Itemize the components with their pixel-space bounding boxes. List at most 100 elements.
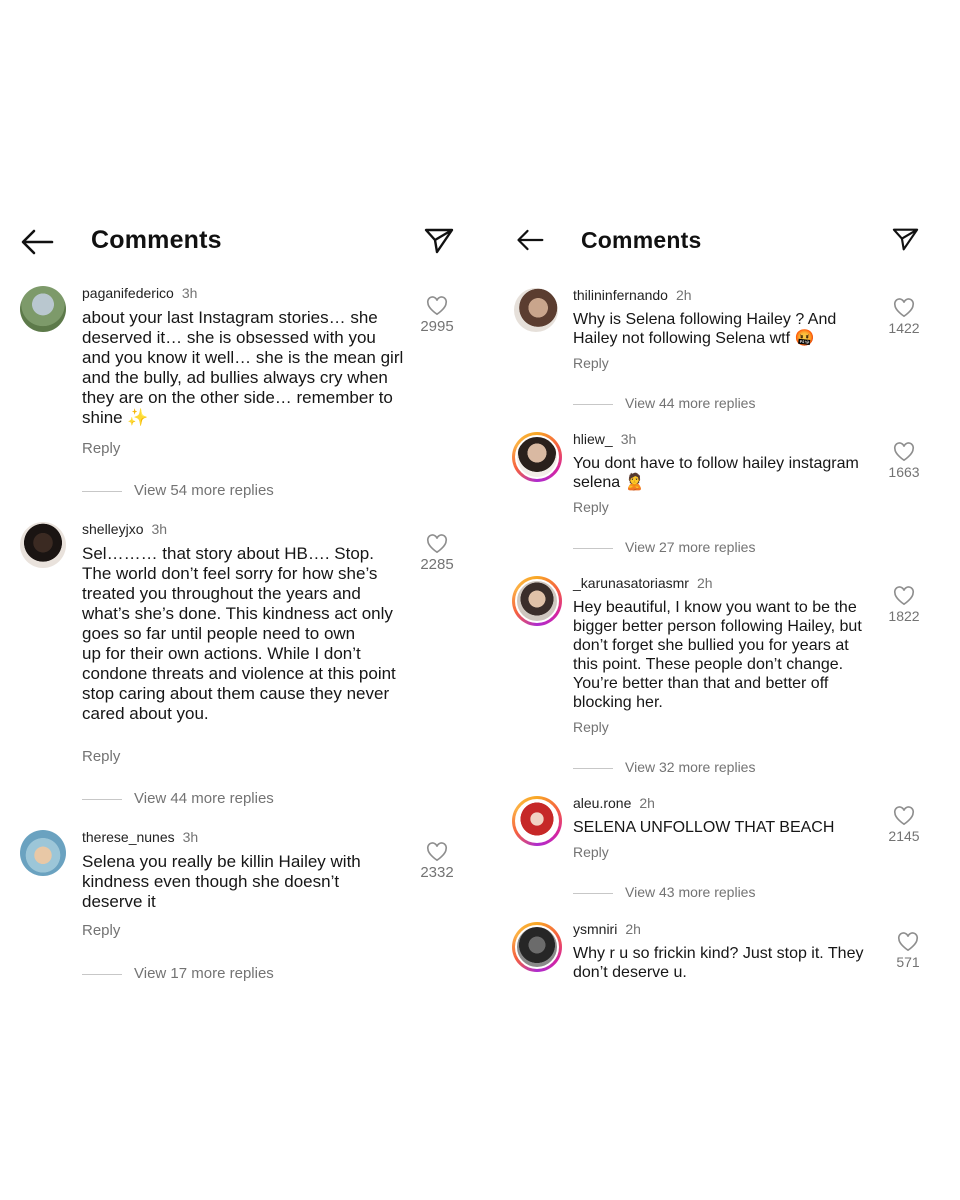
view-more-replies[interactable]: View 43 more replies bbox=[573, 884, 755, 900]
avatar[interactable] bbox=[20, 830, 66, 876]
page-title: Comments bbox=[91, 226, 222, 254]
timestamp: 3h bbox=[151, 521, 168, 537]
divider-line bbox=[573, 403, 613, 405]
timestamp: 2h bbox=[696, 575, 713, 591]
comment-header: shelleyjxo 3h bbox=[82, 520, 422, 538]
heart-icon[interactable] bbox=[897, 932, 919, 952]
view-more-replies[interactable]: View 44 more replies bbox=[82, 790, 274, 807]
comment-text: Why r u so frickin kind? Just stop it. T… bbox=[573, 945, 864, 981]
reply-button[interactable]: Reply bbox=[573, 719, 609, 735]
like-count: 2995 bbox=[420, 318, 454, 335]
heart-icon[interactable] bbox=[893, 586, 915, 606]
back-arrow-icon[interactable] bbox=[516, 228, 544, 252]
divider-line bbox=[573, 767, 613, 769]
share-icon[interactable] bbox=[424, 227, 454, 255]
comment-text: about your last Instagram stories… she d… bbox=[82, 308, 404, 427]
username[interactable]: paganifederico bbox=[82, 285, 174, 301]
comment-text: Hey beautiful, I know you want to be the… bbox=[573, 599, 862, 711]
reply-button[interactable]: Reply bbox=[82, 440, 120, 457]
share-icon[interactable] bbox=[892, 227, 919, 252]
comment-text: Selena you really be killin Hailey with … bbox=[82, 852, 361, 911]
view-replies-label: View 44 more replies bbox=[134, 790, 274, 807]
avatar[interactable] bbox=[512, 796, 562, 846]
like-count: 2285 bbox=[420, 556, 454, 573]
comment-text: Sel……… that story about HB…. Stop. The w… bbox=[82, 544, 396, 723]
view-replies-label: View 27 more replies bbox=[625, 539, 756, 555]
divider-line bbox=[573, 892, 613, 894]
reply-button[interactable]: Reply bbox=[82, 922, 120, 939]
like-count: 1822 bbox=[888, 608, 920, 624]
back-arrow-icon[interactable] bbox=[20, 228, 54, 256]
view-replies-label: View 17 more replies bbox=[134, 965, 274, 982]
comment-header: thilininfernando 2h bbox=[573, 286, 873, 304]
right-comments-panel: Comments thilininfernando 2h Why is Selen… bbox=[492, 0, 960, 1200]
view-more-replies[interactable]: View 44 more replies bbox=[573, 395, 755, 411]
username[interactable]: therese_nunes bbox=[82, 829, 175, 845]
heart-icon[interactable] bbox=[893, 298, 915, 318]
comment: aleu.rone 2h SELENA UNFOLLOW THAT BEACH R… bbox=[512, 794, 944, 874]
timestamp: 2h bbox=[675, 287, 692, 303]
comment: shelleyjxo 3h Sel……… that story about HB…… bbox=[20, 520, 460, 780]
avatar[interactable] bbox=[512, 432, 562, 482]
username[interactable]: thilininfernando bbox=[573, 287, 668, 303]
heart-icon[interactable] bbox=[426, 534, 448, 554]
reply-button[interactable]: Reply bbox=[573, 499, 609, 515]
comment: _karunasatoriasmr 2h Hey beautiful, I kno… bbox=[512, 574, 944, 744]
comment-header: hliew_ 3h bbox=[573, 430, 873, 448]
comment-header: ysmniri 2h bbox=[573, 920, 878, 938]
left-comments-panel: Comments paganifederico 3h about your las… bbox=[0, 0, 470, 1200]
comment-header: paganifederico 3h bbox=[82, 284, 412, 302]
comment: ysmniri 2h Why r u so frickin kind? Just … bbox=[512, 920, 944, 990]
comment-header: aleu.rone 2h bbox=[573, 794, 873, 812]
timestamp: 3h bbox=[620, 431, 637, 447]
like-area: 2285 bbox=[415, 534, 459, 573]
view-more-replies[interactable]: View 17 more replies bbox=[82, 965, 274, 982]
view-replies-label: View 54 more replies bbox=[134, 482, 274, 499]
heart-icon[interactable] bbox=[893, 442, 915, 462]
heart-icon[interactable] bbox=[426, 296, 448, 316]
comment: thilininfernando 2h Why is Selena followi… bbox=[514, 286, 944, 386]
view-replies-label: View 32 more replies bbox=[625, 759, 756, 775]
reply-button[interactable]: Reply bbox=[573, 844, 609, 860]
username[interactable]: aleu.rone bbox=[573, 795, 631, 811]
comment-text: You dont have to follow hailey instagram… bbox=[573, 455, 859, 491]
like-area: 2995 bbox=[415, 296, 459, 335]
avatar[interactable] bbox=[514, 288, 558, 332]
like-count: 1422 bbox=[888, 320, 920, 336]
like-count: 2332 bbox=[420, 864, 454, 881]
view-replies-label: View 43 more replies bbox=[625, 884, 756, 900]
view-more-replies[interactable]: View 32 more replies bbox=[573, 759, 755, 775]
like-count: 571 bbox=[896, 954, 920, 970]
username[interactable]: shelleyjxo bbox=[82, 521, 143, 537]
username[interactable]: _karunasatoriasmr bbox=[573, 575, 689, 591]
comment: hliew_ 3h You dont have to follow hailey … bbox=[512, 430, 944, 530]
avatar[interactable] bbox=[20, 286, 66, 332]
like-area: 571 bbox=[886, 932, 930, 970]
avatar[interactable] bbox=[512, 576, 562, 626]
avatar[interactable] bbox=[20, 522, 66, 568]
divider-line bbox=[573, 547, 613, 549]
like-count: 2145 bbox=[888, 828, 920, 844]
username[interactable]: ysmniri bbox=[573, 921, 617, 937]
timestamp: 2h bbox=[625, 921, 641, 937]
heart-icon[interactable] bbox=[893, 806, 915, 826]
like-area: 1422 bbox=[882, 298, 926, 336]
like-count: 1663 bbox=[888, 464, 920, 480]
comment-header: therese_nunes 3h bbox=[82, 828, 412, 846]
like-area: 1822 bbox=[882, 586, 926, 624]
divider-line bbox=[82, 973, 122, 975]
reply-button[interactable]: Reply bbox=[82, 748, 120, 765]
divider-line bbox=[82, 798, 122, 800]
like-area: 2332 bbox=[415, 842, 459, 881]
reply-button[interactable]: Reply bbox=[573, 355, 609, 371]
comment-text: Why is Selena following Hailey ? And Hai… bbox=[573, 311, 837, 347]
timestamp: 3h bbox=[181, 285, 198, 301]
divider-line bbox=[82, 490, 122, 492]
view-more-replies[interactable]: View 54 more replies bbox=[82, 482, 274, 499]
heart-icon[interactable] bbox=[426, 842, 448, 862]
like-area: 2145 bbox=[882, 806, 926, 844]
view-more-replies[interactable]: View 27 more replies bbox=[573, 539, 755, 555]
like-area: 1663 bbox=[882, 442, 926, 480]
avatar[interactable] bbox=[512, 922, 562, 972]
username[interactable]: hliew_ bbox=[573, 431, 613, 447]
